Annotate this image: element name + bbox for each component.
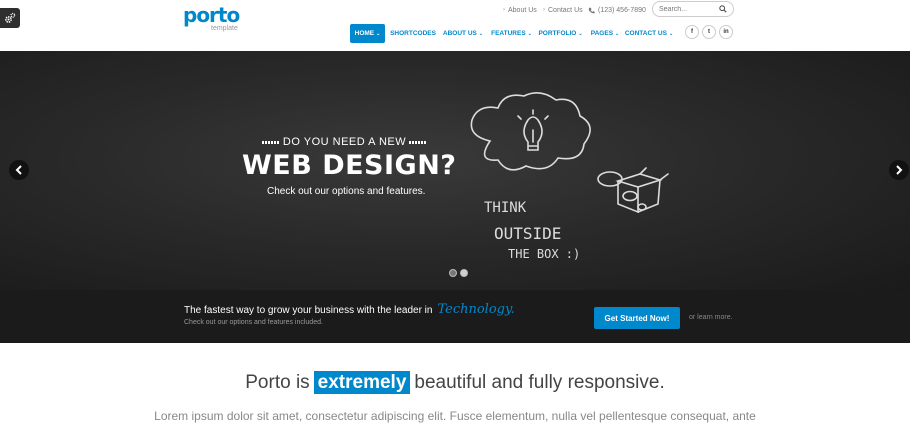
nav-contact-us[interactable]: CONTACT US ⌄ — [624, 24, 674, 43]
twitter-button[interactable]: t — [702, 25, 716, 39]
nav-contact-us-label: CONTACT US — [624, 30, 667, 37]
hero-slider: DO YOU NEED A NEW WEB DESIGN? Check out … — [0, 51, 910, 290]
logo[interactable]: porto template — [183, 3, 243, 35]
style-switcher-button[interactable] — [0, 8, 20, 28]
intro-paragraph: Lorem ipsum dolor sit amet, consectetur … — [154, 409, 756, 423]
chevron-down-icon: ⌄ — [615, 30, 620, 37]
tagline-highlight: extremely — [313, 371, 411, 394]
callout-subtext: Check out our options and features inclu… — [184, 319, 323, 326]
slide-title: WEB DESIGN? — [242, 150, 457, 181]
search-icon[interactable] — [719, 5, 727, 13]
gear-icon — [5, 12, 16, 23]
callout-bar: The fastest way to grow your business wi… — [0, 290, 910, 343]
learn-more-link[interactable]: or learn more. — [689, 314, 733, 321]
nav-pages-label: PAGES — [590, 30, 614, 37]
nav-features-label: FEATURES — [491, 30, 526, 37]
nav-about-us[interactable]: ABOUT US ⌄ — [441, 24, 485, 43]
toplink-phone: (123) 456-7890 — [588, 5, 646, 15]
chalk-text-the-box: THE BOX :) — [508, 247, 581, 261]
chevron-right-icon — [896, 165, 903, 175]
chevron-right-icon: › — [503, 7, 505, 13]
chalk-text-outside: OUTSIDE — [494, 224, 562, 243]
page: porto template › About Us › Contact Us (… — [0, 0, 910, 428]
chevron-down-icon: ⌄ — [668, 30, 674, 37]
toplink-about-label: About Us — [508, 6, 537, 14]
facebook-button[interactable]: f — [685, 25, 699, 39]
phone-icon — [588, 7, 595, 13]
nav-shortcodes[interactable]: SHORTCODES — [388, 24, 438, 43]
logo-word: porto — [183, 3, 240, 27]
nav-about-us-label: ABOUT US — [442, 30, 477, 37]
intro-tagline: Porto is extremely beautiful and fully res… — [0, 371, 910, 394]
twitter-icon: t — [708, 29, 710, 35]
slide-kicker: DO YOU NEED A NEW — [262, 136, 427, 148]
toplink-about[interactable]: › About Us — [503, 5, 537, 15]
facebook-icon: f — [691, 29, 693, 35]
slider-dot-1[interactable] — [449, 269, 457, 277]
slider-dot-2[interactable] — [460, 269, 468, 277]
chevron-down-icon: ⌄ — [478, 30, 484, 37]
chevron-down-icon: ⌄ — [578, 30, 583, 37]
phone-number: (123) 456-7890 — [598, 6, 646, 14]
nav-pages[interactable]: PAGES ⌄ — [589, 24, 621, 43]
callout-main: The fastest way to grow your business wi… — [184, 302, 515, 317]
chalk-text-think: THINK — [484, 200, 527, 216]
nav-features[interactable]: FEATURES ⌄ — [489, 24, 534, 43]
search-box — [652, 1, 734, 17]
nav-home-label: HOME — [354, 30, 375, 37]
tagline-before: Porto is — [245, 372, 310, 393]
chevron-left-icon — [15, 165, 22, 175]
kicker-dash-right — [409, 140, 427, 144]
chevron-down-icon: ⌄ — [376, 30, 381, 37]
linkedin-button[interactable]: in — [719, 25, 733, 39]
nav-portfolio[interactable]: PORTFOLIO ⌄ — [537, 24, 584, 43]
nav-portfolio-label: PORTFOLIO — [538, 30, 577, 37]
callout-script: Technology. — [437, 302, 515, 317]
kicker-dash-left — [262, 140, 280, 144]
tagline-after: beautiful and fully responsive. — [414, 372, 665, 393]
chevron-right-icon: › — [543, 7, 545, 13]
search-input[interactable] — [659, 5, 717, 13]
slide-subtitle: Check out our options and features. — [267, 186, 426, 197]
get-started-button[interactable]: Get Started Now! — [594, 307, 680, 329]
callout-text: The fastest way to grow your business wi… — [184, 305, 433, 316]
logo-tagline: template — [211, 25, 238, 32]
nav-home[interactable]: HOME ⌄ — [350, 24, 385, 43]
slider-next-button[interactable] — [889, 160, 909, 180]
slider-prev-button[interactable] — [9, 160, 29, 180]
linkedin-icon: in — [723, 29, 729, 35]
nav-shortcodes-label: SHORTCODES — [390, 30, 436, 37]
chevron-down-icon: ⌄ — [527, 30, 532, 37]
slide-kicker-text: DO YOU NEED A NEW — [282, 136, 407, 148]
header: porto template › About Us › Contact Us (… — [0, 0, 910, 51]
toplink-contact[interactable]: › Contact Us — [543, 5, 583, 15]
toplink-contact-label: Contact Us — [548, 6, 583, 14]
